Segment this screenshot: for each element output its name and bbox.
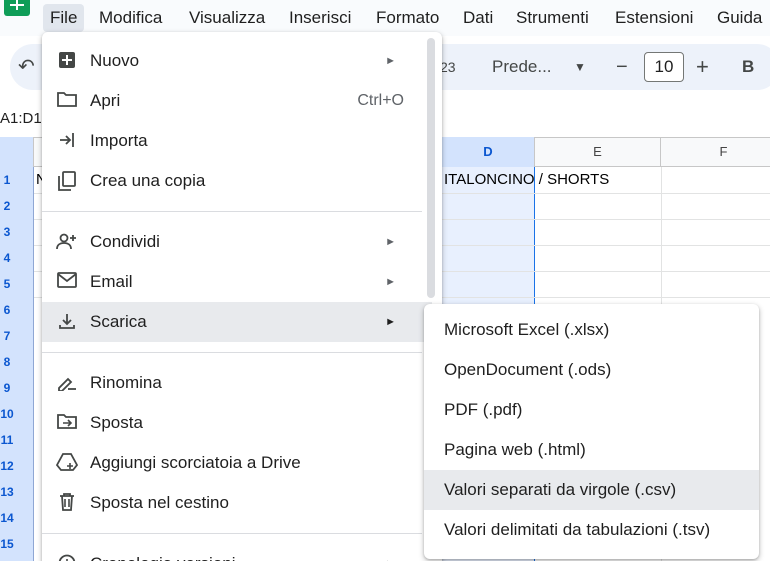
menu-visualizza[interactable]: Visualizza: [182, 4, 272, 32]
menu-bar: File Modifica Visualizza Inserisci Forma…: [0, 0, 770, 36]
menu-item-label: Apri: [90, 91, 121, 110]
row-header[interactable]: 3: [0, 225, 14, 239]
menu-separator: [42, 352, 422, 353]
menu-strumenti[interactable]: Strumenti: [509, 4, 596, 32]
menu-item-label: Aggiungi scorciatoia a Drive: [90, 453, 301, 472]
submenu-arrow-icon: ►: [385, 55, 396, 67]
menu-item-sposta[interactable]: Sposta: [42, 403, 432, 443]
row-header[interactable]: 5: [0, 277, 14, 291]
submenu-item-label: PDF (.pdf): [444, 400, 523, 419]
menu-item-label: Sposta nel cestino: [90, 493, 229, 512]
menu-item-cestino[interactable]: Sposta nel cestino: [42, 483, 432, 523]
trash-icon: [56, 493, 78, 513]
menu-separator: [42, 533, 422, 534]
menu-modifica[interactable]: Modifica: [92, 4, 169, 32]
select-all-corner[interactable]: [0, 137, 34, 167]
menu-guida[interactable]: Guida: [710, 4, 769, 32]
menu-item-email[interactable]: Email ►: [42, 262, 432, 302]
submenu-arrow-icon: ►: [385, 316, 396, 328]
drive-shortcut-icon: [55, 453, 79, 473]
menu-item-label: Crea una copia: [90, 171, 206, 190]
bold-button[interactable]: B: [742, 44, 754, 90]
submenu-item-label: Valori separati da virgole (.csv): [444, 480, 677, 499]
row-header[interactable]: 1: [0, 173, 14, 187]
menu-item-rinomina[interactable]: Rinomina: [42, 363, 432, 403]
menu-item-label: Sposta: [90, 413, 143, 432]
menu-dati[interactable]: Dati: [456, 4, 500, 32]
cell-d1[interactable]: ITALONCINO / SHORTS: [444, 171, 609, 188]
menu-item-importa[interactable]: Importa: [42, 121, 432, 161]
submenu-item-label: Valori delimitati da tabulazioni (.tsv): [444, 520, 711, 539]
download-html[interactable]: Pagina web (.html): [424, 430, 759, 470]
menu-item-label: Email: [90, 272, 133, 291]
submenu-item-label: Pagina web (.html): [444, 440, 586, 459]
menu-item-label: Nuovo: [90, 51, 140, 70]
menu-file[interactable]: File: [43, 4, 85, 32]
menu-item-label: Cronologia versioni: [90, 544, 236, 561]
increase-font-size-button[interactable]: +: [696, 44, 709, 90]
column-header-f[interactable]: F: [661, 137, 770, 167]
download-submenu: Microsoft Excel (.xlsx) OpenDocument (.o…: [424, 304, 759, 559]
download-pdf[interactable]: PDF (.pdf): [424, 390, 759, 430]
number-format-button[interactable]: 23: [440, 44, 456, 90]
copy-icon: [56, 171, 78, 191]
undo-icon[interactable]: ↶: [18, 44, 35, 90]
download-ods[interactable]: OpenDocument (.ods): [424, 350, 759, 390]
menu-estensioni[interactable]: Estensioni: [608, 4, 700, 32]
column-header-d[interactable]: D: [442, 137, 535, 167]
menu-item-scarica[interactable]: Scarica ►: [42, 302, 432, 342]
row-header[interactable]: 12: [0, 459, 14, 473]
submenu-arrow-icon: ►: [385, 276, 396, 288]
menu-item-nuovo[interactable]: Nuovo ►: [42, 41, 432, 81]
row-header[interactable]: 9: [0, 381, 14, 395]
download-icon: [56, 312, 78, 332]
menu-item-label: Scarica: [90, 312, 147, 331]
sheets-logo-icon[interactable]: [4, 0, 30, 16]
submenu-arrow-icon: ►: [385, 544, 396, 561]
row-header[interactable]: 15: [0, 537, 14, 551]
font-family-select[interactable]: Prede...: [492, 44, 552, 90]
file-menu: Nuovo ► Apri Ctrl+O Importa Crea una cop…: [42, 32, 442, 561]
menu-item-condividi[interactable]: Condividi ►: [42, 222, 432, 262]
menu-item-scorciatoia-drive[interactable]: Aggiungi scorciatoia a Drive: [42, 443, 432, 483]
import-icon: [56, 131, 78, 151]
shortcut-label: Ctrl+O: [357, 92, 404, 109]
row-header[interactable]: 13: [0, 485, 14, 499]
menu-item-label: Condividi: [90, 232, 160, 251]
row-header[interactable]: 6: [0, 303, 14, 317]
row-header[interactable]: 8: [0, 355, 14, 369]
row-header[interactable]: 10: [0, 407, 14, 421]
menu-scrollbar[interactable]: [427, 38, 435, 298]
menu-item-crea-copia[interactable]: Crea una copia: [42, 161, 432, 201]
menu-item-apri[interactable]: Apri Ctrl+O: [42, 81, 432, 121]
row-header[interactable]: 4: [0, 251, 14, 265]
mail-icon: [56, 272, 78, 292]
row-header[interactable]: 14: [0, 511, 14, 525]
folder-icon: [56, 91, 78, 111]
font-dropdown-arrow-icon[interactable]: ▼: [574, 44, 586, 90]
move-folder-icon: [56, 413, 78, 433]
submenu-arrow-icon: ►: [385, 236, 396, 248]
column-header-e[interactable]: E: [535, 137, 661, 167]
font-size-input[interactable]: 10: [644, 52, 684, 82]
download-csv[interactable]: Valori separati da virgole (.csv): [424, 470, 759, 510]
row-header[interactable]: 7: [0, 329, 14, 343]
submenu-item-label: OpenDocument (.ods): [444, 360, 612, 379]
menu-formato[interactable]: Formato: [369, 4, 446, 32]
row-header[interactable]: 2: [0, 199, 14, 213]
rename-icon: [56, 373, 78, 393]
menu-separator: [42, 211, 422, 212]
menu-item-label: Importa: [90, 131, 148, 150]
menu-item-cronologia-versioni[interactable]: Cronologia versioni ►: [42, 544, 432, 561]
history-icon: [56, 554, 78, 561]
download-xlsx[interactable]: Microsoft Excel (.xlsx): [424, 310, 759, 350]
person-add-icon: [56, 232, 78, 252]
menu-inserisci[interactable]: Inserisci: [282, 4, 358, 32]
plus-square-icon: [56, 51, 78, 71]
submenu-item-label: Microsoft Excel (.xlsx): [444, 320, 610, 339]
menu-item-label: Rinomina: [90, 373, 162, 392]
row-header[interactable]: 11: [0, 433, 14, 447]
decrease-font-size-button[interactable]: −: [616, 44, 628, 90]
download-tsv[interactable]: Valori delimitati da tabulazioni (.tsv): [424, 510, 759, 550]
